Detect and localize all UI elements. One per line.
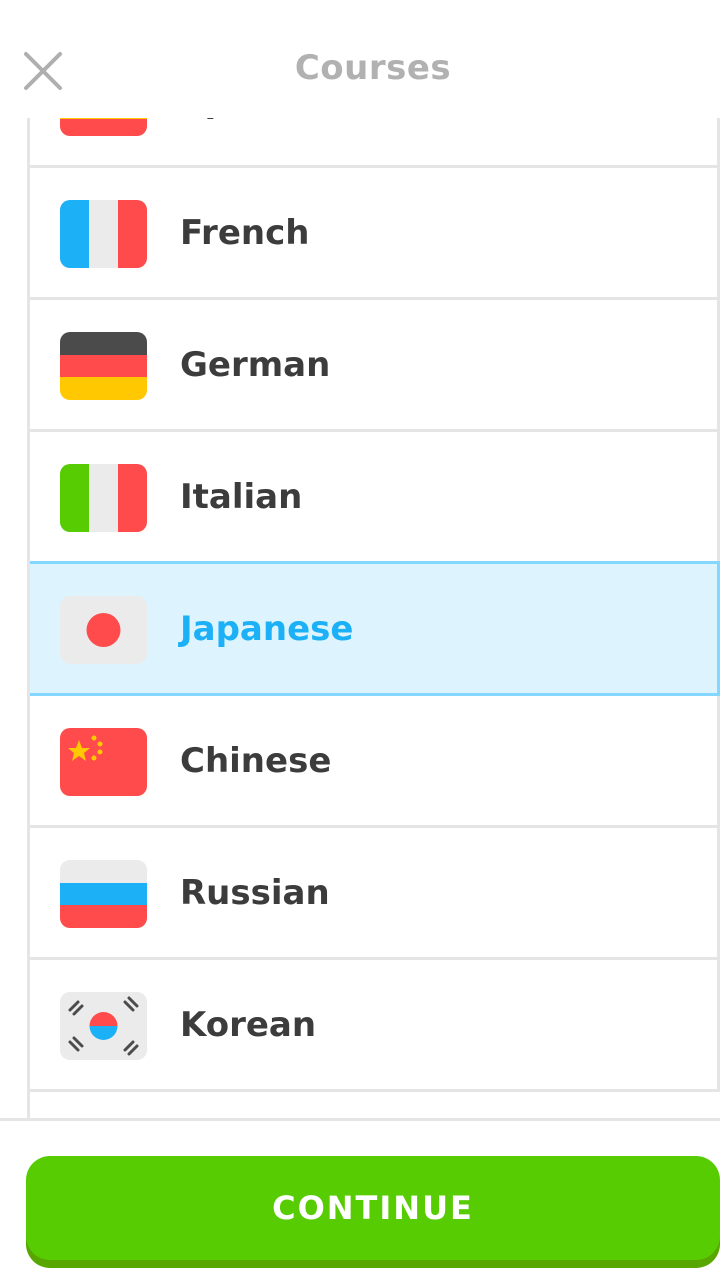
- course-item-spanish[interactable]: Spanish: [30, 118, 720, 168]
- course-item-russian[interactable]: Russian: [30, 828, 720, 960]
- course-item-chinese[interactable]: Chinese: [30, 696, 720, 828]
- china-flag-icon: [60, 728, 147, 796]
- continue-button[interactable]: CONTINUE: [26, 1156, 720, 1260]
- course-name: German: [180, 344, 331, 385]
- page-title: Courses: [294, 48, 452, 88]
- russia-flag-icon: [60, 860, 147, 928]
- course-name: Spanish: [180, 118, 332, 165]
- header: Courses: [0, 0, 720, 118]
- spain-flag-icon: [60, 118, 147, 136]
- course-item-japanese[interactable]: Japanese: [30, 561, 720, 696]
- france-flag-icon: [60, 200, 147, 268]
- germany-flag-icon: [60, 332, 147, 400]
- course-name: Russian: [180, 872, 330, 913]
- course-name: French: [180, 212, 310, 253]
- course-name: Chinese: [180, 740, 332, 781]
- japan-flag-icon: [60, 596, 147, 664]
- korea-flag-icon: [60, 992, 147, 1060]
- course-name: Korean: [180, 1004, 317, 1045]
- course-item-german[interactable]: German: [30, 300, 720, 432]
- course-list[interactable]: Spanish French German: [27, 118, 720, 1118]
- course-name: Japanese: [180, 608, 354, 649]
- course-name: Italian: [180, 476, 303, 517]
- italy-flag-icon: [60, 464, 147, 532]
- course-item-korean[interactable]: Korean: [30, 960, 720, 1092]
- course-item-french[interactable]: French: [30, 168, 720, 300]
- course-item-italian[interactable]: Italian: [30, 432, 720, 564]
